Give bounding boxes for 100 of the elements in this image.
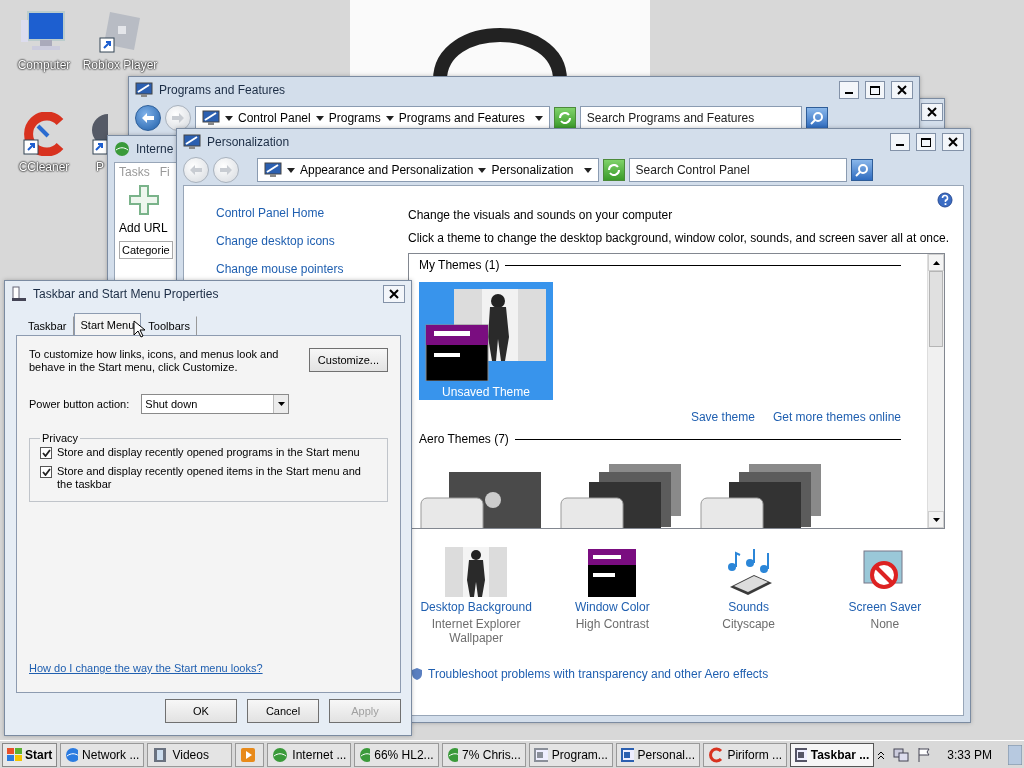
close-button[interactable] bbox=[383, 285, 405, 303]
flag-icon[interactable] bbox=[917, 746, 932, 763]
search-button[interactable] bbox=[850, 159, 873, 181]
taskbar-item[interactable]: Internet ... bbox=[267, 742, 352, 767]
close-icon bbox=[927, 107, 937, 117]
customize-button[interactable]: Customize... bbox=[308, 348, 388, 372]
scrollbar-thumb[interactable] bbox=[929, 271, 943, 347]
tab[interactable]: Start Menu bbox=[73, 313, 142, 335]
play-icon bbox=[239, 746, 256, 763]
caret-icon[interactable] bbox=[478, 167, 487, 173]
globe-icon bbox=[446, 746, 459, 763]
address-bar[interactable]: Control Panel Programs Programs and Features bbox=[195, 106, 550, 130]
breadcrumb-item[interactable]: Control Panel bbox=[238, 111, 311, 125]
taskbar-item[interactable]: 7% Chris... bbox=[441, 742, 526, 767]
sidebar-link[interactable]: Change mouse pointers bbox=[216, 262, 408, 276]
desktop-icon-label[interactable]: CCleaner bbox=[18, 160, 70, 174]
taskbar-item[interactable]: Program... bbox=[528, 742, 613, 767]
chevron-icon[interactable] bbox=[877, 749, 886, 760]
minimize-button[interactable] bbox=[890, 133, 910, 151]
categories-tab[interactable]: Categorie bbox=[119, 241, 173, 259]
breadcrumb-item[interactable]: Programs and Features bbox=[398, 111, 525, 125]
caret-icon[interactable] bbox=[534, 115, 543, 121]
caret-icon[interactable] bbox=[385, 115, 394, 121]
desktop-icon-label[interactable]: P bbox=[96, 160, 104, 174]
caret-icon bbox=[932, 517, 940, 522]
silhouette-thumbnail bbox=[445, 547, 508, 597]
maximize-button[interactable] bbox=[865, 81, 885, 99]
globe-icon bbox=[114, 141, 130, 157]
close-button[interactable] bbox=[891, 81, 913, 99]
back-button[interactable] bbox=[135, 105, 161, 131]
caret-icon[interactable] bbox=[583, 167, 592, 173]
globe-icon bbox=[272, 746, 289, 763]
taskbar-item[interactable]: Videos bbox=[147, 742, 232, 767]
refresh-button[interactable] bbox=[553, 107, 576, 129]
taskbar-item[interactable] bbox=[234, 742, 265, 767]
caret-icon[interactable] bbox=[287, 167, 295, 173]
forward-button[interactable] bbox=[165, 105, 191, 131]
personalization-icon bbox=[183, 134, 201, 150]
taskbar-item[interactable]: Network ... bbox=[60, 742, 145, 767]
refresh-button[interactable] bbox=[602, 159, 625, 181]
network-icon[interactable] bbox=[893, 746, 910, 763]
breadcrumb-item[interactable]: Programs bbox=[328, 111, 381, 125]
setting-link[interactable]: Sounds bbox=[728, 600, 769, 614]
taskbar-item[interactable]: Taskbar ... bbox=[790, 742, 875, 767]
globe-icon bbox=[65, 746, 79, 763]
setting-value: High Contrast bbox=[574, 617, 651, 631]
taskbar-item[interactable]: 66% HL2... bbox=[354, 742, 439, 767]
sidebar-link[interactable]: Change desktop icons bbox=[216, 234, 408, 248]
dialog-button[interactable]: OK bbox=[165, 699, 237, 723]
desktop-icon-label[interactable]: Roblox Player bbox=[82, 58, 158, 72]
search-field[interactable]: Search Control Panel bbox=[628, 158, 847, 182]
arrow-icon bbox=[220, 165, 232, 175]
clock[interactable]: 3:33 PM bbox=[947, 747, 992, 762]
scroll-down-button[interactable] bbox=[928, 511, 944, 528]
arrow-icon bbox=[142, 113, 154, 123]
close-icon bbox=[948, 137, 958, 147]
add-url-label[interactable]: Add URL bbox=[119, 221, 168, 235]
window-title: Interne bbox=[136, 142, 175, 156]
caret-icon[interactable] bbox=[315, 115, 324, 121]
checkbox-label[interactable]: Store and display recently opened items in the Start menu and the taskbar bbox=[57, 465, 377, 491]
close-icon bbox=[897, 85, 907, 95]
dialog-button[interactable]: Cancel bbox=[247, 699, 319, 723]
theme-link[interactable]: Save theme bbox=[690, 410, 755, 425]
caret-icon[interactable] bbox=[225, 115, 233, 121]
power-action-dropdown[interactable]: Shut down bbox=[141, 394, 290, 414]
checkbox[interactable] bbox=[40, 466, 52, 478]
checkbox-label[interactable]: Store and display recently opened programs in the Start menu bbox=[57, 446, 360, 459]
shield-icon bbox=[412, 668, 422, 680]
start-button[interactable]: Start bbox=[2, 742, 58, 767]
close-button[interactable] bbox=[921, 103, 943, 121]
taskbar-icon bbox=[11, 286, 27, 302]
checkbox[interactable] bbox=[40, 447, 52, 459]
help-icon[interactable] bbox=[937, 192, 953, 208]
search-icon bbox=[854, 163, 869, 177]
close-button[interactable] bbox=[942, 133, 964, 151]
breadcrumb-item[interactable]: Appearance and Personalization bbox=[300, 163, 474, 177]
theme-link[interactable]: Get more themes online bbox=[772, 410, 901, 425]
window-title: Programs and Features bbox=[159, 83, 287, 97]
setting-link[interactable]: Desktop Background bbox=[420, 600, 532, 614]
taskbar-item[interactable]: Piriform ... bbox=[703, 742, 788, 767]
search-field[interactable]: Search Programs and Features bbox=[579, 106, 802, 130]
taskbar-item[interactable]: Personal... bbox=[615, 742, 700, 767]
troubleshoot-link[interactable]: Troubleshoot problems with transparency and other Aero effects bbox=[428, 667, 769, 681]
help-link[interactable]: How do I change the way the Start menu looks? bbox=[29, 662, 263, 674]
setting-link[interactable]: Window Color bbox=[575, 600, 650, 614]
breadcrumb-item[interactable]: Personalization bbox=[491, 163, 574, 177]
address-bar[interactable]: Appearance and Personalization Personalization bbox=[257, 158, 599, 182]
maximize-button[interactable] bbox=[916, 133, 936, 151]
group-title: Privacy bbox=[41, 432, 80, 444]
setting-link[interactable]: Screen Saver bbox=[848, 600, 922, 614]
setting-value: Cityscape bbox=[721, 617, 776, 631]
desktop-icon-label[interactable]: Computer bbox=[17, 58, 71, 72]
maximize-icon bbox=[870, 85, 880, 95]
sidebar-link[interactable]: Control Panel Home bbox=[216, 206, 408, 220]
globe-icon[interactable] bbox=[92, 112, 108, 156]
search-button[interactable] bbox=[805, 107, 828, 129]
caret-icon bbox=[932, 260, 940, 265]
maximize-icon bbox=[921, 137, 931, 147]
scroll-up-button[interactable] bbox=[928, 254, 944, 271]
minimize-button[interactable] bbox=[839, 81, 859, 99]
